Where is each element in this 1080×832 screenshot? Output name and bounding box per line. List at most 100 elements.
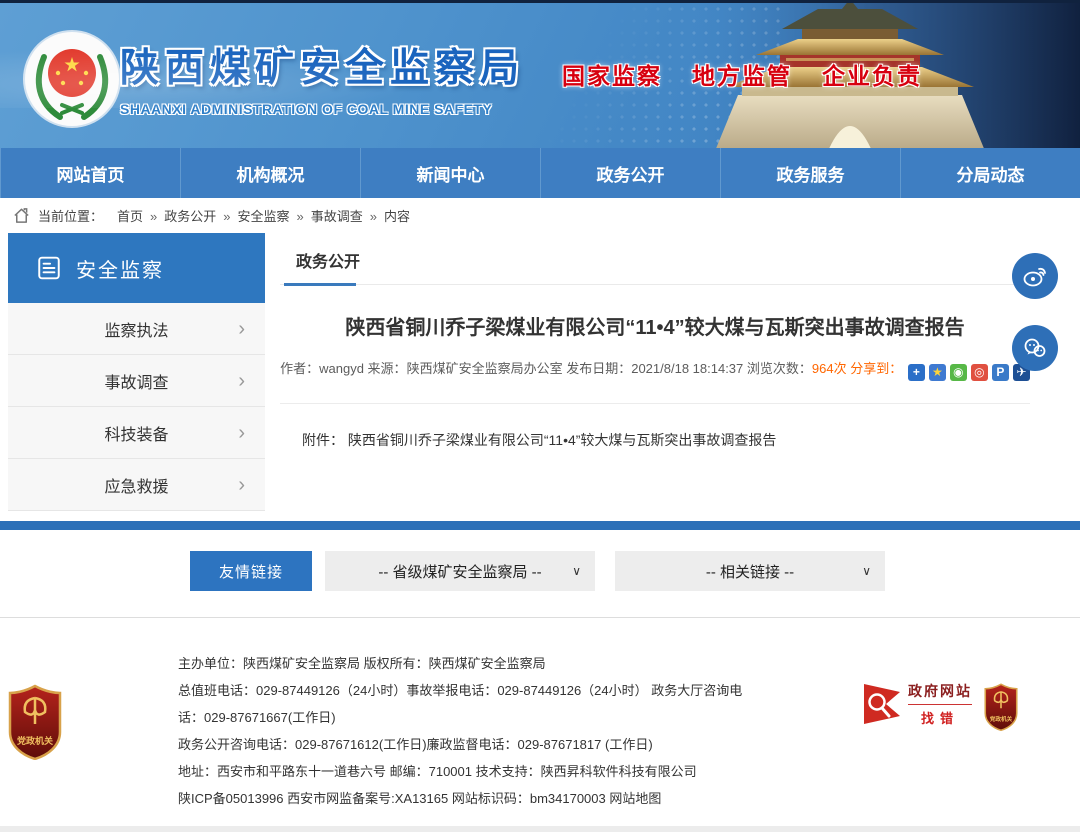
error-badge-line2: 找错: [908, 708, 972, 727]
chevron-right-icon: ›: [238, 423, 245, 443]
views-count: 964次: [812, 361, 847, 376]
footer-icp-line: 陕ICP备05013996 西安市网监备案号:XA13165 网站标识码：bm3…: [178, 785, 742, 812]
sidebar-item-label: 监察执法: [104, 317, 168, 341]
views-label: 浏览次数：: [747, 361, 812, 376]
breadcrumb-separator: »: [223, 209, 230, 224]
section-tab-row: 政务公开: [280, 233, 1030, 285]
share-weibo-icon[interactable]: ◎: [971, 364, 988, 381]
breadcrumb-link[interactable]: 安全监察: [238, 209, 290, 224]
author-value: wangyd: [319, 361, 364, 376]
nav-item[interactable]: 政务公开: [540, 148, 720, 198]
viewport-bottom-strip: [0, 826, 1080, 832]
footer-line: 地址：西安市和平路东十一道巷六号 邮编：710001 技术支持：陕西昇科软件科技…: [178, 758, 742, 785]
share-label: 分享到：: [850, 361, 902, 376]
sidebar-header: 安全监察: [8, 233, 265, 303]
attachment-label: 附件：: [302, 432, 344, 448]
chevron-right-icon: ›: [238, 475, 245, 495]
sitemap-link[interactable]: 网站地图: [609, 791, 661, 806]
main-nav: 网站首页机构概况新闻中心政务公开政务服务分局动态: [0, 148, 1080, 198]
sidebar-menu-item[interactable]: 科技装备 ›: [8, 407, 265, 459]
footer-line: 话：029-87671667(工作日): [178, 704, 742, 731]
nav-item[interactable]: 机构概况: [180, 148, 360, 198]
tab-zhengwugongkai[interactable]: 政务公开: [296, 254, 360, 271]
nav-item[interactable]: 政务服务: [720, 148, 900, 198]
breadcrumb-link[interactable]: 首页: [117, 209, 143, 224]
attachment-row: 附件： 陕西省铜川乔子梁煤业有限公司“11•4”较大煤与瓦斯突出事故调查报告: [280, 404, 1030, 450]
sidebar-menu-item[interactable]: 事故调查 ›: [8, 355, 265, 407]
article-title: 陕西省铜川乔子梁煤业有限公司“11•4”较大煤与瓦斯突出事故调查报告: [280, 311, 1030, 340]
document-icon: [36, 255, 62, 281]
related-links-select[interactable]: -- 相关链接 -- ∨: [615, 551, 885, 591]
footer-text-block: 主办单位：陕西煤矿安全监察局 版权所有：陕西煤矿安全监察局总值班电话：029-8…: [178, 650, 742, 812]
slogan-text: 国家监察: [562, 57, 662, 91]
chevron-right-icon: ›: [238, 371, 245, 391]
attachment-link[interactable]: 陕西省铜川乔子梁煤业有限公司“11•4”较大煤与瓦斯突出事故调查报告: [348, 432, 777, 448]
chevron-down-icon: ∨: [862, 564, 871, 578]
header-slogans: 国家监察地方监管企业负责: [562, 57, 922, 91]
party-government-badge-right[interactable]: 党政机关: [984, 668, 1018, 746]
share-icon-bar: +★◉◎P✈: [908, 364, 1030, 381]
site-subtitle: SHAANXI ADMINISTRATION OF COAL MINE SAFE…: [120, 101, 525, 117]
article-content-panel: 政务公开 陕西省铜川乔子梁煤业有限公司“11•4”较大煤与瓦斯突出事故调查报告 …: [280, 233, 1030, 450]
chevron-right-icon: ›: [238, 319, 245, 339]
sidebar-item-label: 应急救援: [104, 473, 168, 497]
party-government-badge-left[interactable]: 党政机关: [8, 684, 62, 760]
home-icon[interactable]: [12, 206, 31, 225]
sidebar-menu-item[interactable]: 应急救援 ›: [8, 459, 265, 511]
error-badge-line1: 政府网站: [908, 681, 972, 705]
share-qzone-icon[interactable]: ★: [929, 364, 946, 381]
share-wechat-icon[interactable]: ◉: [950, 364, 967, 381]
author-label: 作者：: [280, 361, 319, 376]
sidebar-menu-item[interactable]: 监察执法 ›: [8, 303, 265, 355]
footer-line: 政务公开咨询电话：029-87671612(工作日)廉政监督电话：029-876…: [178, 731, 742, 758]
provincial-bureaus-select[interactable]: -- 省级煤矿安全监察局 -- ∨: [325, 551, 595, 591]
breadcrumb-trail: 首页 » 政务公开 » 安全监察 » 事故调查 » 内容: [103, 206, 410, 225]
nav-item[interactable]: 新闻中心: [360, 148, 540, 198]
breadcrumb: 当前位置： 首页 » 政务公开 » 安全监察 » 事故调查 » 内容: [0, 198, 1080, 233]
friend-links-button[interactable]: 友情链接: [190, 551, 312, 591]
breadcrumb-separator: »: [150, 209, 157, 224]
svg-text:党政机关: 党政机关: [17, 735, 53, 746]
error-badge-text: 政府网站 找错: [908, 681, 972, 727]
breadcrumb-separator: »: [370, 209, 377, 224]
footer-line: 主办单位：陕西煤矿安全监察局 版权所有：陕西煤矿安全监察局: [178, 650, 742, 677]
weibo-icon: [1021, 262, 1049, 290]
website-error-report-badge[interactable]: 政府网站 找错: [860, 676, 982, 732]
error-flag-magnifier-icon: [860, 678, 904, 730]
source-label: 来源：: [368, 361, 407, 376]
article-meta: 作者：wangyd 来源：陕西煤矿安全监察局办公室 发布日期：2021/8/18…: [280, 358, 1030, 381]
footer: 主办单位：陕西煤矿安全监察局 版权所有：陕西煤矿安全监察局总值班电话：029-8…: [0, 618, 1080, 826]
sidebar-title: 安全监察: [76, 254, 164, 283]
footer-line: 总值班电话：029-87449126（24小时）事故举报电话：029-87449…: [178, 677, 742, 704]
slogan-text: 企业负责: [822, 57, 922, 91]
section-divider-bar: [0, 521, 1080, 530]
footer-lines: 主办单位：陕西煤矿安全监察局 版权所有：陕西煤矿安全监察局总值班电话：029-8…: [178, 650, 742, 785]
icp-text: 陕ICP备05013996 西安市网监备案号:XA13165 网站标识码：bm3…: [178, 791, 609, 806]
share-pengyou-icon[interactable]: P: [992, 364, 1009, 381]
nav-item[interactable]: 网站首页: [0, 148, 180, 198]
share-expand-icon[interactable]: +: [908, 364, 925, 381]
weibo-float-button[interactable]: [1012, 253, 1058, 299]
agency-emblem-logo: [22, 29, 122, 129]
source-value: 陕西煤矿安全监察局办公室: [407, 361, 563, 376]
links-bar: 友情链接 -- 省级煤矿安全监察局 -- ∨ -- 相关链接 -- ∨: [0, 551, 1080, 591]
breadcrumb-link[interactable]: 内容: [384, 209, 410, 224]
sidebar: 安全监察 监察执法 › 事故调查 › 科技装备 ›: [8, 233, 265, 511]
breadcrumb-link[interactable]: 政务公开: [164, 209, 216, 224]
provincial-select-value: -- 省级煤矿安全监察局 --: [378, 561, 541, 582]
breadcrumb-separator: »: [297, 209, 304, 224]
slogan-text: 地方监管: [692, 57, 792, 91]
sidebar-item-label: 科技装备: [104, 421, 168, 445]
breadcrumb-label: 当前位置：: [38, 206, 103, 225]
nav-item[interactable]: 分局动态: [900, 148, 1080, 198]
date-label: 发布日期：: [566, 361, 631, 376]
wechat-float-button[interactable]: [1012, 325, 1058, 371]
chevron-down-icon: ∨: [572, 564, 581, 578]
sidebar-item-label: 事故调查: [104, 369, 168, 393]
date-value: 2021/8/18 18:14:37: [631, 361, 743, 376]
page: 陕西煤矿安全监察局 SHAANXI ADMINISTRATION OF COAL…: [0, 0, 1080, 832]
site-header-banner: 陕西煤矿安全监察局 SHAANXI ADMINISTRATION OF COAL…: [0, 0, 1080, 148]
breadcrumb-link[interactable]: 事故调查: [311, 209, 363, 224]
sidebar-menu: 监察执法 › 事故调查 › 科技装备 › 应急救援 ›: [8, 303, 265, 511]
related-select-value: -- 相关链接 --: [706, 561, 794, 582]
